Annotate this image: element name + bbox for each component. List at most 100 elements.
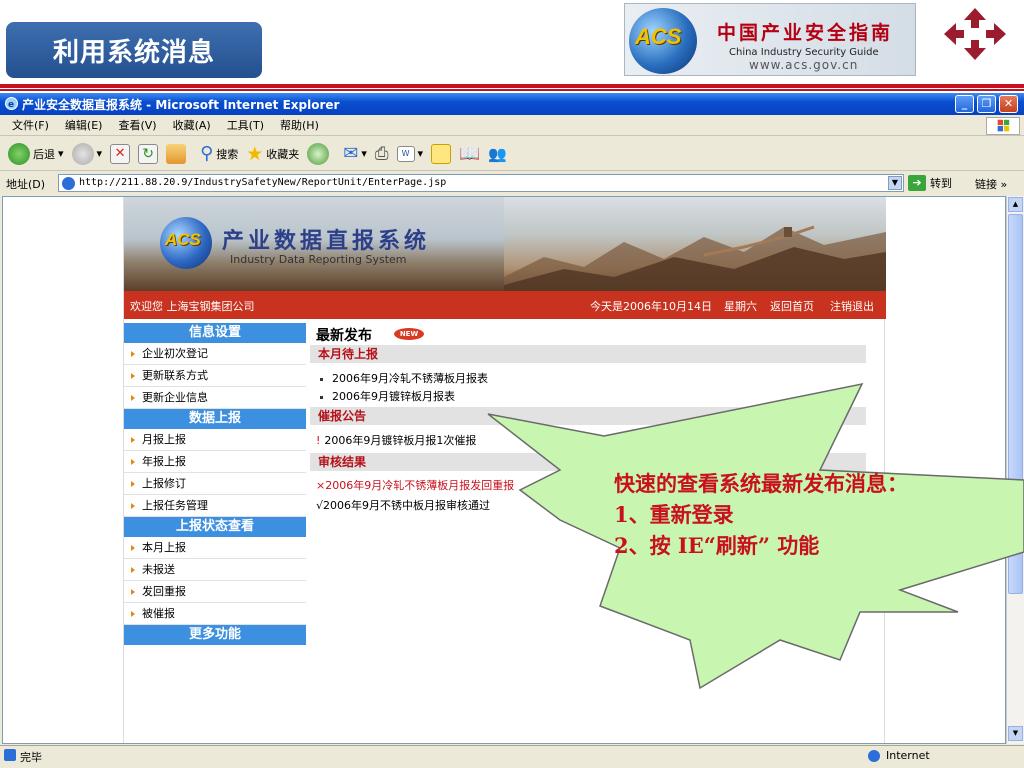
globe-icon: [868, 749, 880, 762]
toolbar: 后退 ▾ ▾ ✕ ↻ ⚲ 搜索 ★ 收藏夹 ✉ ▾ ⎙ W ▾ 📖 👥: [0, 137, 1024, 171]
home-button[interactable]: [166, 143, 187, 164]
list-item[interactable]: ×2006年9月冷轧不锈薄板月报发回重报: [316, 477, 514, 493]
sidebar-head-info: 信息设置: [124, 323, 306, 343]
maximize-button[interactable]: ❐: [977, 95, 996, 113]
welcome-text: 欢迎您 上海宝钢集团公司: [130, 300, 255, 313]
list-item[interactable]: √2006年9月不锈中板月报审核通过: [316, 497, 490, 513]
sidebar-item-update-contact[interactable]: 更新联系方式: [124, 365, 306, 387]
callout-text: 快速的查看系统最新发布消息： 1、重新登录 2、按 IE“刷新” 功能: [614, 468, 908, 561]
scroll-down-icon[interactable]: ▼: [1008, 726, 1023, 741]
print-button[interactable]: ⎙: [375, 144, 389, 164]
new-badge: NEW: [394, 328, 424, 340]
bullet-icon: [131, 351, 135, 357]
forward-arrow-icon: [71, 142, 94, 165]
sidebar-item-label: 上报修订: [142, 477, 186, 490]
page-icon: [62, 177, 75, 190]
window-titlebar[interactable]: e 产业安全数据直报系统 - Microsoft Internet Explor…: [0, 93, 1024, 115]
sidebar-item-first-register[interactable]: 企业初次登记: [124, 343, 306, 365]
latest-title: 最新发布: [316, 328, 372, 344]
sidebar-item-urged[interactable]: 被催报: [124, 603, 306, 625]
messenger-button[interactable]: 👥: [488, 145, 507, 163]
sidebar-item-label: 年报上报: [142, 455, 186, 468]
menu-tools[interactable]: 工具(T): [227, 117, 264, 133]
list-item-text: 2006年9月冷轧不锈薄板月报表: [332, 372, 488, 385]
discuss-button[interactable]: [431, 143, 452, 164]
home-link[interactable]: 返回首页: [770, 298, 814, 314]
bullet-icon: [131, 373, 135, 379]
sidebar-item-revise[interactable]: 上报修订: [124, 473, 306, 495]
site-title: 产业数据直报系统: [222, 229, 431, 254]
menu-edit[interactable]: 编辑(E): [65, 117, 103, 133]
sidebar-item-monthly[interactable]: 月报上报: [124, 429, 306, 451]
bullet-icon: [320, 395, 323, 399]
sidebar-item-tasks[interactable]: 上报任务管理: [124, 495, 306, 517]
sidebar-item-returned[interactable]: 发回重报: [124, 581, 306, 603]
stop-button[interactable]: ✕: [110, 143, 131, 164]
menu-view[interactable]: 查看(V): [118, 117, 156, 133]
back-label: 后退: [33, 147, 55, 161]
printer-icon: ⎙: [374, 143, 389, 164]
sidebar-item-not-sent[interactable]: 未报送: [124, 559, 306, 581]
edit-button[interactable]: W ▾: [396, 145, 423, 162]
bullet-icon: [131, 589, 135, 595]
sidebar-head-more[interactable]: 更多功能: [124, 625, 306, 645]
menu-help[interactable]: 帮助(H): [280, 117, 319, 133]
acs-logo-text: ACS: [635, 24, 682, 49]
list-item[interactable]: 2006年9月冷轧不锈薄板月报表: [320, 370, 488, 386]
svg-text:e: e: [8, 100, 14, 110]
sidebar-item-update-company[interactable]: 更新企业信息: [124, 387, 306, 409]
acs-logo-banner: ACS 中国产业安全指南 China Industry Security Gui…: [624, 3, 916, 76]
list-item[interactable]: 2006年9月镀锌板月报表: [320, 388, 455, 404]
zone-label: Internet: [886, 749, 930, 762]
mail-button[interactable]: ✉ ▾: [343, 143, 367, 164]
sidebar-item-label: 企业初次登记: [142, 347, 208, 360]
sidebar-item-label: 未报送: [142, 563, 175, 576]
chevron-down-icon[interactable]: ▼: [888, 176, 902, 190]
history-button[interactable]: [307, 142, 330, 165]
note-icon: [431, 143, 452, 164]
refresh-icon: ↻: [138, 143, 159, 164]
status-bar: 完毕 Internet: [0, 745, 1024, 765]
search-label: 搜索: [216, 147, 239, 161]
vertical-scrollbar[interactable]: ▲ ▼: [1006, 196, 1024, 744]
bullet-icon: [131, 503, 135, 509]
menu-file[interactable]: 文件(F): [12, 117, 49, 133]
sidebar-item-yearly[interactable]: 年报上报: [124, 451, 306, 473]
favorites-button[interactable]: ★ 收藏夹: [246, 143, 299, 165]
weekday-text: 星期六: [724, 300, 757, 313]
links-button[interactable]: 链接 »: [975, 176, 1007, 192]
exclamation-icon: !: [316, 434, 321, 447]
bullet-icon: [131, 545, 135, 551]
word-icon: W: [396, 145, 415, 162]
address-bar: 地址(D) http://211.88.20.9/IndustrySafetyN…: [0, 172, 1024, 194]
go-button[interactable]: ➔ 转到: [908, 175, 952, 191]
address-input[interactable]: http://211.88.20.9/IndustrySafetyNew/Rep…: [58, 174, 904, 192]
stop-icon: ✕: [110, 143, 131, 164]
back-arrow-icon: [8, 142, 30, 165]
sidebar-item-label: 月报上报: [142, 433, 186, 446]
back-button[interactable]: 后退 ▾: [8, 142, 64, 165]
logout-link[interactable]: 注销退出: [830, 298, 874, 314]
site-banner: ACS 产业数据直报系统 Industry Data Reporting Sys…: [124, 197, 886, 291]
research-button[interactable]: 📖: [459, 144, 480, 164]
sidebar-item-this-month[interactable]: 本月上报: [124, 537, 306, 559]
sidebar-item-label: 被催报: [142, 607, 175, 620]
section-pending: 本月待上报: [310, 345, 866, 363]
go-label: 转到: [930, 177, 952, 190]
callout-line: 快速的查看系统最新发布消息：: [614, 471, 908, 496]
search-button[interactable]: ⚲ 搜索: [200, 143, 238, 164]
close-button[interactable]: ✕: [999, 95, 1018, 113]
favorites-label: 收藏夹: [266, 147, 300, 161]
menu-favorites[interactable]: 收藏(A): [173, 117, 211, 133]
scroll-up-icon[interactable]: ▲: [1008, 197, 1023, 212]
minimize-button[interactable]: _: [955, 95, 974, 113]
browser-window: e 产业安全数据直报系统 - Microsoft Internet Explor…: [0, 93, 1024, 768]
acs-logo-text: ACS: [165, 230, 201, 249]
list-item[interactable]: ! 2006年9月镀锌板月报1次催报: [316, 432, 476, 448]
scroll-thumb[interactable]: [1008, 214, 1023, 594]
forward-button[interactable]: ▾: [71, 142, 102, 165]
sidebar-item-label: 更新企业信息: [142, 391, 208, 404]
star-icon: ★: [246, 142, 264, 165]
refresh-button[interactable]: ↻: [138, 143, 159, 164]
divider: [0, 84, 1024, 88]
